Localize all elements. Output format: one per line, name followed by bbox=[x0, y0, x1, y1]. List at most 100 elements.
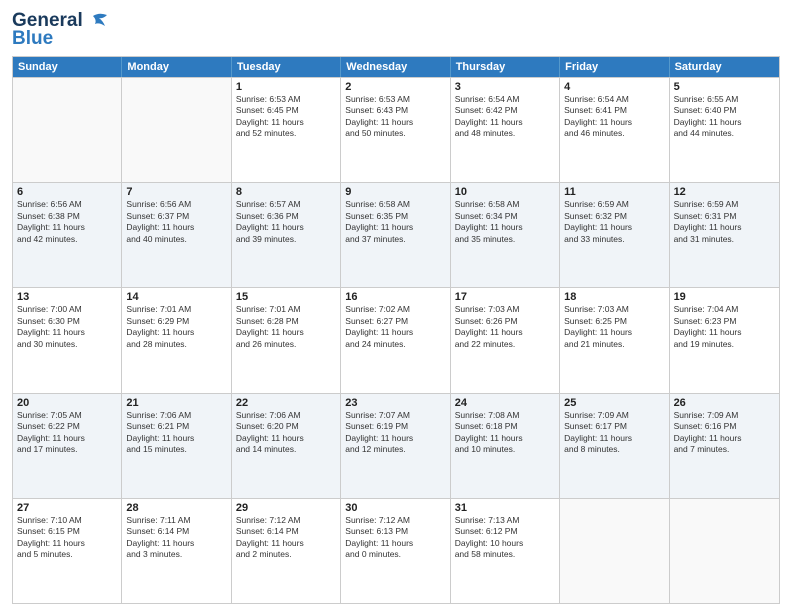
day-cell-29: 29Sunrise: 7:12 AM Sunset: 6:14 PM Dayli… bbox=[232, 499, 341, 603]
day-info: Sunrise: 7:01 AM Sunset: 6:28 PM Dayligh… bbox=[236, 304, 336, 350]
day-cell-9: 9Sunrise: 6:58 AM Sunset: 6:35 PM Daylig… bbox=[341, 183, 450, 287]
day-headers: SundayMondayTuesdayWednesdayThursdayFrid… bbox=[13, 57, 779, 77]
day-number: 3 bbox=[455, 81, 555, 93]
day-info: Sunrise: 6:59 AM Sunset: 6:32 PM Dayligh… bbox=[564, 199, 664, 245]
day-info: Sunrise: 7:01 AM Sunset: 6:29 PM Dayligh… bbox=[126, 304, 226, 350]
day-header-wednesday: Wednesday bbox=[341, 57, 450, 77]
day-info: Sunrise: 6:59 AM Sunset: 6:31 PM Dayligh… bbox=[674, 199, 775, 245]
day-info: Sunrise: 7:04 AM Sunset: 6:23 PM Dayligh… bbox=[674, 304, 775, 350]
day-number: 18 bbox=[564, 291, 664, 303]
day-number: 15 bbox=[236, 291, 336, 303]
day-info: Sunrise: 7:03 AM Sunset: 6:25 PM Dayligh… bbox=[564, 304, 664, 350]
day-number: 20 bbox=[17, 397, 117, 409]
week-row-3: 13Sunrise: 7:00 AM Sunset: 6:30 PM Dayli… bbox=[13, 287, 779, 392]
day-cell-21: 21Sunrise: 7:06 AM Sunset: 6:21 PM Dayli… bbox=[122, 394, 231, 498]
day-cell-3: 3Sunrise: 6:54 AM Sunset: 6:42 PM Daylig… bbox=[451, 78, 560, 182]
day-number: 28 bbox=[126, 502, 226, 514]
day-info: Sunrise: 7:10 AM Sunset: 6:15 PM Dayligh… bbox=[17, 515, 117, 561]
day-cell-2: 2Sunrise: 6:53 AM Sunset: 6:43 PM Daylig… bbox=[341, 78, 450, 182]
day-info: Sunrise: 7:12 AM Sunset: 6:13 PM Dayligh… bbox=[345, 515, 445, 561]
day-info: Sunrise: 7:02 AM Sunset: 6:27 PM Dayligh… bbox=[345, 304, 445, 350]
day-number: 17 bbox=[455, 291, 555, 303]
day-info: Sunrise: 6:54 AM Sunset: 6:41 PM Dayligh… bbox=[564, 94, 664, 140]
day-header-friday: Friday bbox=[560, 57, 669, 77]
day-number: 31 bbox=[455, 502, 555, 514]
day-number: 14 bbox=[126, 291, 226, 303]
day-info: Sunrise: 7:06 AM Sunset: 6:21 PM Dayligh… bbox=[126, 410, 226, 456]
day-cell-18: 18Sunrise: 7:03 AM Sunset: 6:25 PM Dayli… bbox=[560, 288, 669, 392]
day-info: Sunrise: 6:53 AM Sunset: 6:43 PM Dayligh… bbox=[345, 94, 445, 140]
day-number: 22 bbox=[236, 397, 336, 409]
day-info: Sunrise: 7:03 AM Sunset: 6:26 PM Dayligh… bbox=[455, 304, 555, 350]
day-number: 16 bbox=[345, 291, 445, 303]
day-cell-15: 15Sunrise: 7:01 AM Sunset: 6:28 PM Dayli… bbox=[232, 288, 341, 392]
day-cell-23: 23Sunrise: 7:07 AM Sunset: 6:19 PM Dayli… bbox=[341, 394, 450, 498]
day-cell-16: 16Sunrise: 7:02 AM Sunset: 6:27 PM Dayli… bbox=[341, 288, 450, 392]
weeks: 1Sunrise: 6:53 AM Sunset: 6:45 PM Daylig… bbox=[13, 77, 779, 603]
header: General Blue bbox=[12, 10, 780, 50]
day-number: 7 bbox=[126, 186, 226, 198]
day-number: 5 bbox=[674, 81, 775, 93]
day-number: 13 bbox=[17, 291, 117, 303]
day-cell-17: 17Sunrise: 7:03 AM Sunset: 6:26 PM Dayli… bbox=[451, 288, 560, 392]
day-cell-11: 11Sunrise: 6:59 AM Sunset: 6:32 PM Dayli… bbox=[560, 183, 669, 287]
day-number: 10 bbox=[455, 186, 555, 198]
day-cell-7: 7Sunrise: 6:56 AM Sunset: 6:37 PM Daylig… bbox=[122, 183, 231, 287]
empty-day-cell bbox=[670, 499, 779, 603]
day-info: Sunrise: 7:05 AM Sunset: 6:22 PM Dayligh… bbox=[17, 410, 117, 456]
day-info: Sunrise: 6:58 AM Sunset: 6:35 PM Dayligh… bbox=[345, 199, 445, 245]
day-cell-25: 25Sunrise: 7:09 AM Sunset: 6:17 PM Dayli… bbox=[560, 394, 669, 498]
day-cell-6: 6Sunrise: 6:56 AM Sunset: 6:38 PM Daylig… bbox=[13, 183, 122, 287]
empty-day-cell bbox=[560, 499, 669, 603]
week-row-1: 1Sunrise: 6:53 AM Sunset: 6:45 PM Daylig… bbox=[13, 77, 779, 182]
day-info: Sunrise: 7:07 AM Sunset: 6:19 PM Dayligh… bbox=[345, 410, 445, 456]
day-header-saturday: Saturday bbox=[670, 57, 779, 77]
day-cell-8: 8Sunrise: 6:57 AM Sunset: 6:36 PM Daylig… bbox=[232, 183, 341, 287]
day-info: Sunrise: 7:06 AM Sunset: 6:20 PM Dayligh… bbox=[236, 410, 336, 456]
day-cell-10: 10Sunrise: 6:58 AM Sunset: 6:34 PM Dayli… bbox=[451, 183, 560, 287]
day-header-thursday: Thursday bbox=[451, 57, 560, 77]
logo: General Blue bbox=[12, 10, 107, 50]
day-info: Sunrise: 6:56 AM Sunset: 6:37 PM Dayligh… bbox=[126, 199, 226, 245]
day-info: Sunrise: 6:54 AM Sunset: 6:42 PM Dayligh… bbox=[455, 94, 555, 140]
day-header-sunday: Sunday bbox=[13, 57, 122, 77]
day-header-tuesday: Tuesday bbox=[232, 57, 341, 77]
logo-bird-icon bbox=[85, 12, 107, 30]
day-cell-26: 26Sunrise: 7:09 AM Sunset: 6:16 PM Dayli… bbox=[670, 394, 779, 498]
day-cell-28: 28Sunrise: 7:11 AM Sunset: 6:14 PM Dayli… bbox=[122, 499, 231, 603]
day-header-monday: Monday bbox=[122, 57, 231, 77]
day-number: 2 bbox=[345, 81, 445, 93]
day-number: 11 bbox=[564, 186, 664, 198]
day-number: 9 bbox=[345, 186, 445, 198]
day-number: 30 bbox=[345, 502, 445, 514]
week-row-2: 6Sunrise: 6:56 AM Sunset: 6:38 PM Daylig… bbox=[13, 182, 779, 287]
day-number: 27 bbox=[17, 502, 117, 514]
day-number: 25 bbox=[564, 397, 664, 409]
day-number: 26 bbox=[674, 397, 775, 409]
day-number: 1 bbox=[236, 81, 336, 93]
day-info: Sunrise: 7:12 AM Sunset: 6:14 PM Dayligh… bbox=[236, 515, 336, 561]
day-cell-22: 22Sunrise: 7:06 AM Sunset: 6:20 PM Dayli… bbox=[232, 394, 341, 498]
day-info: Sunrise: 7:00 AM Sunset: 6:30 PM Dayligh… bbox=[17, 304, 117, 350]
day-info: Sunrise: 6:55 AM Sunset: 6:40 PM Dayligh… bbox=[674, 94, 775, 140]
day-cell-24: 24Sunrise: 7:08 AM Sunset: 6:18 PM Dayli… bbox=[451, 394, 560, 498]
day-number: 6 bbox=[17, 186, 117, 198]
day-number: 19 bbox=[674, 291, 775, 303]
day-number: 23 bbox=[345, 397, 445, 409]
day-info: Sunrise: 6:57 AM Sunset: 6:36 PM Dayligh… bbox=[236, 199, 336, 245]
day-info: Sunrise: 7:09 AM Sunset: 6:17 PM Dayligh… bbox=[564, 410, 664, 456]
empty-day-cell bbox=[122, 78, 231, 182]
day-info: Sunrise: 6:56 AM Sunset: 6:38 PM Dayligh… bbox=[17, 199, 117, 245]
day-number: 21 bbox=[126, 397, 226, 409]
day-number: 12 bbox=[674, 186, 775, 198]
logo-blue: Blue bbox=[12, 28, 53, 50]
day-cell-12: 12Sunrise: 6:59 AM Sunset: 6:31 PM Dayli… bbox=[670, 183, 779, 287]
day-number: 4 bbox=[564, 81, 664, 93]
day-cell-1: 1Sunrise: 6:53 AM Sunset: 6:45 PM Daylig… bbox=[232, 78, 341, 182]
day-cell-4: 4Sunrise: 6:54 AM Sunset: 6:41 PM Daylig… bbox=[560, 78, 669, 182]
day-info: Sunrise: 7:09 AM Sunset: 6:16 PM Dayligh… bbox=[674, 410, 775, 456]
empty-day-cell bbox=[13, 78, 122, 182]
day-cell-19: 19Sunrise: 7:04 AM Sunset: 6:23 PM Dayli… bbox=[670, 288, 779, 392]
day-cell-31: 31Sunrise: 7:13 AM Sunset: 6:12 PM Dayli… bbox=[451, 499, 560, 603]
week-row-5: 27Sunrise: 7:10 AM Sunset: 6:15 PM Dayli… bbox=[13, 498, 779, 603]
